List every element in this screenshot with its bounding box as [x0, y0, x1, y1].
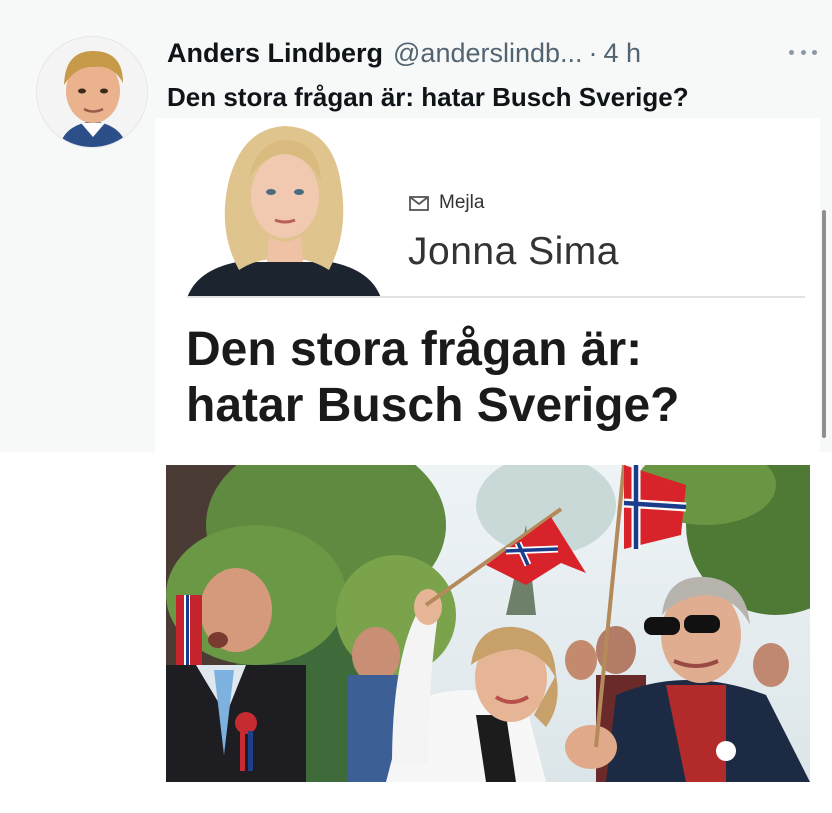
mail-link[interactable]: Mejla: [409, 192, 484, 214]
journalist-photo: [187, 120, 381, 298]
article-photo: [166, 465, 810, 782]
headline-line-2: hatar Busch Sverige?: [186, 379, 680, 432]
tweet-timestamp[interactable]: 4 h: [604, 38, 642, 69]
author-name[interactable]: Anders Lindberg: [167, 38, 383, 69]
separator-dot: ·: [588, 37, 598, 68]
mail-label: Mejla: [439, 192, 485, 213]
tweet-text: Den stora frågan är: hatar Busch Sverige…: [167, 82, 689, 112]
divider: [187, 296, 805, 298]
scrollbar[interactable]: [822, 210, 826, 438]
tweet-header: Anders Lindberg @anderslindb... · 4 h: [167, 36, 641, 70]
byline-name[interactable]: Jonna Sima: [408, 230, 619, 274]
more-options-icon[interactable]: [786, 40, 820, 64]
author-handle[interactable]: @anderslindb...: [393, 38, 583, 69]
avatar-image: [37, 37, 147, 147]
envelope-icon: [409, 195, 429, 211]
headline-line-1: Den stora frågan är:: [186, 323, 643, 376]
author-avatar[interactable]: [36, 36, 148, 148]
article-headline: Den stora frågan är: hatar Busch Sverige…: [186, 322, 816, 434]
